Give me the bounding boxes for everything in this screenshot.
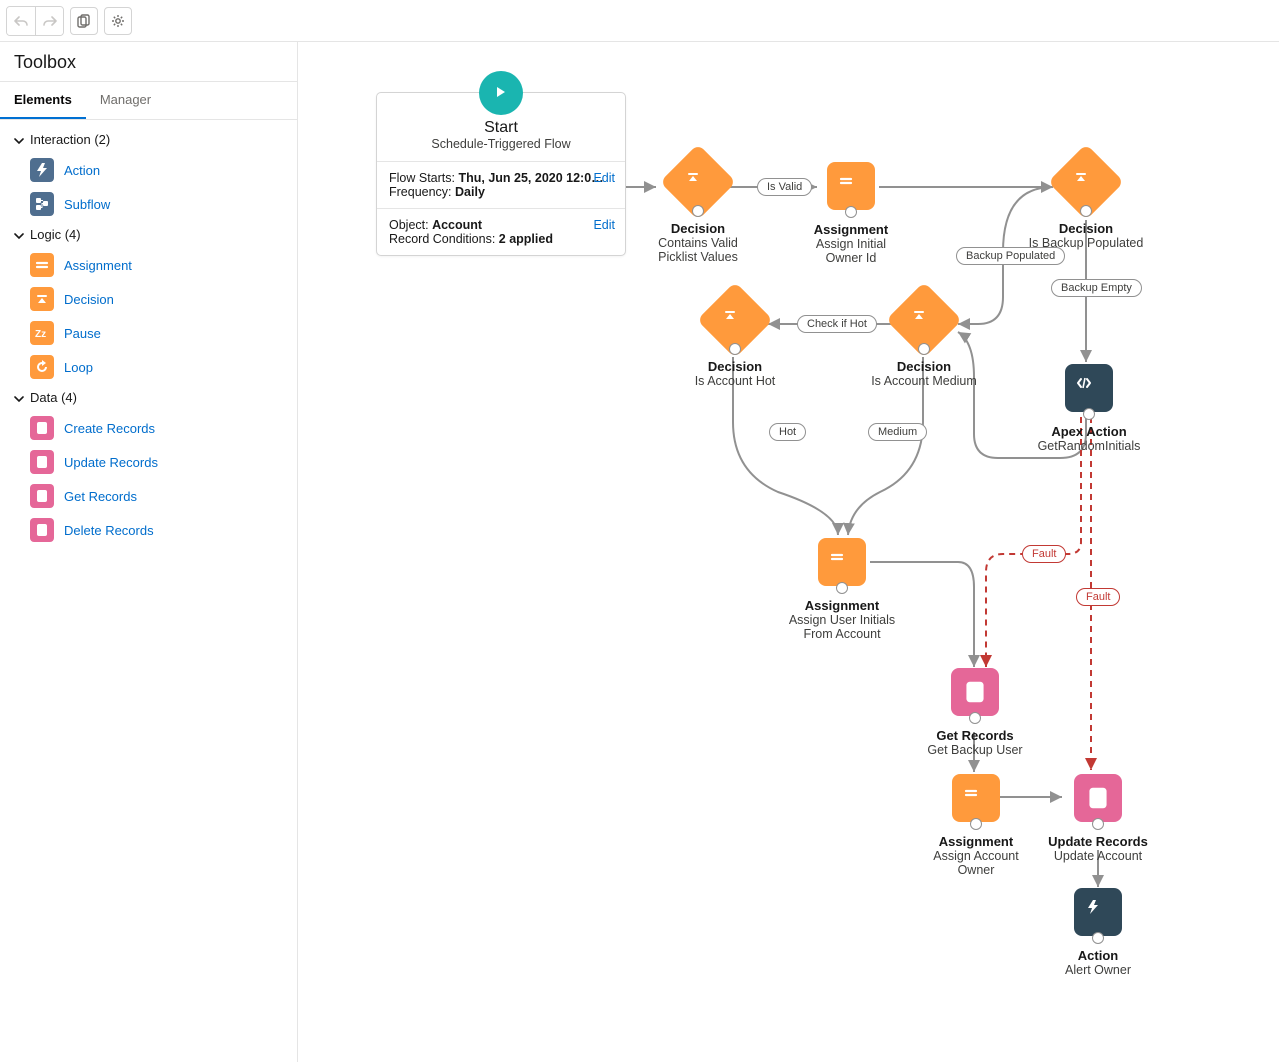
start-flowstarts-label: Flow Starts: xyxy=(389,171,458,185)
node-decision-backup-populated[interactable]: Decision Is Backup Populated xyxy=(1026,155,1146,250)
copy-button[interactable] xyxy=(70,7,98,35)
node-get-records-backup-user[interactable]: Get Records Get Backup User xyxy=(920,668,1030,757)
redo-button[interactable] xyxy=(35,7,63,35)
edge-label-check-if-hot: Check if Hot xyxy=(797,315,877,333)
loop-icon xyxy=(30,355,54,379)
start-object-label: Object: xyxy=(389,218,432,232)
category-interaction[interactable]: Interaction (2) xyxy=(0,126,297,153)
node-assignment-initial-owner[interactable]: Assignment Assign Initial Owner Id xyxy=(796,162,906,265)
start-node[interactable]: Start Schedule-Triggered Flow Flow Start… xyxy=(376,92,626,256)
palette-item-label: Assignment xyxy=(64,258,132,273)
start-subtitle: Schedule-Triggered Flow xyxy=(387,137,615,151)
start-edit-schedule[interactable]: Edit xyxy=(593,171,615,185)
undo-button[interactable] xyxy=(7,7,35,35)
decision-icon xyxy=(30,287,54,311)
chevron-down-icon xyxy=(12,134,24,146)
edge-label-backup-empty: Backup Empty xyxy=(1051,279,1142,297)
edge-label-hot: Hot xyxy=(769,423,806,441)
edge-label-backup-populated: Backup Populated xyxy=(956,247,1065,265)
toolbar xyxy=(0,0,1279,42)
start-frequency-value: Daily xyxy=(455,185,485,199)
palette: Interaction (2) Action Subflow Logic (4) Ass… xyxy=(0,120,297,553)
tab-manager[interactable]: Manager xyxy=(86,82,165,119)
node-decision-contains-valid[interactable]: Decision Contains Valid Picklist Values xyxy=(648,155,748,264)
toolbox-title: Toolbox xyxy=(0,42,297,82)
palette-item-label: Decision xyxy=(64,292,114,307)
node-decision-account-hot[interactable]: Decision Is Account Hot xyxy=(680,293,790,388)
node-update-records-account[interactable]: Update Records Update Account xyxy=(1036,774,1160,863)
zz-icon xyxy=(30,321,54,345)
palette-item-label: Loop xyxy=(64,360,93,375)
db-plus-icon xyxy=(30,416,54,440)
bolt-icon xyxy=(30,158,54,182)
node-apex-action-random-initials[interactable]: Apex Action GetRandomInitials xyxy=(1034,364,1144,453)
start-flowstarts-value: Thu, Jun 25, 2020 12:0… xyxy=(458,171,603,185)
palette-loop[interactable]: Loop xyxy=(0,350,297,384)
palette-item-label: Update Records xyxy=(64,455,158,470)
node-assignment-account-owner[interactable]: Assignment Assign Account Owner xyxy=(916,774,1036,877)
settings-button[interactable] xyxy=(104,7,132,35)
edge-label-is-valid: Is Valid xyxy=(757,178,812,196)
edge-label-medium: Medium xyxy=(868,423,927,441)
toolbox-sidebar: Toolbox Elements Manager Interaction (2)… xyxy=(0,42,298,1062)
palette-create-records[interactable]: Create Records xyxy=(0,411,297,445)
palette-decision[interactable]: Decision xyxy=(0,282,297,316)
start-frequency-label: Frequency: xyxy=(389,185,455,199)
start-edit-object[interactable]: Edit xyxy=(593,218,615,232)
db-search-icon xyxy=(30,484,54,508)
edge-label-fault-2: Fault xyxy=(1076,588,1120,606)
node-decision-account-medium[interactable]: Decision Is Account Medium xyxy=(864,293,984,388)
palette-delete-records[interactable]: Delete Records xyxy=(0,513,297,547)
node-assignment-user-initials[interactable]: Assignment Assign User Initials From Acc… xyxy=(782,538,902,641)
db-x-icon xyxy=(30,518,54,542)
palette-subflow[interactable]: Subflow xyxy=(0,187,297,221)
palette-item-label: Pause xyxy=(64,326,101,341)
start-conditions-label: Record Conditions: xyxy=(389,232,499,246)
palette-update-records[interactable]: Update Records xyxy=(0,445,297,479)
category-logic[interactable]: Logic (4) xyxy=(0,221,297,248)
tab-elements[interactable]: Elements xyxy=(0,82,86,119)
palette-item-label: Create Records xyxy=(64,421,155,436)
node-action-alert-owner[interactable]: Action Alert Owner xyxy=(1056,888,1140,977)
chevron-down-icon xyxy=(12,392,24,404)
chevron-down-icon xyxy=(12,229,24,241)
palette-action[interactable]: Action xyxy=(0,153,297,187)
palette-assignment[interactable]: Assignment xyxy=(0,248,297,282)
play-icon xyxy=(479,71,523,115)
toolbox-tabs: Elements Manager xyxy=(0,82,297,120)
palette-pause[interactable]: Pause xyxy=(0,316,297,350)
palette-get-records[interactable]: Get Records xyxy=(0,479,297,513)
start-title: Start xyxy=(387,119,615,137)
palette-item-label: Delete Records xyxy=(64,523,154,538)
palette-item-label: Action xyxy=(64,163,100,178)
start-conditions-value: 2 applied xyxy=(499,232,553,246)
db-pencil-icon xyxy=(30,450,54,474)
palette-item-label: Subflow xyxy=(64,197,110,212)
category-data[interactable]: Data (4) xyxy=(0,384,297,411)
equals-icon xyxy=(30,253,54,277)
start-object-value: Account xyxy=(432,218,482,232)
flow-icon xyxy=(30,192,54,216)
flow-canvas[interactable]: Start Schedule-Triggered Flow Flow Start… xyxy=(298,42,1279,1062)
palette-item-label: Get Records xyxy=(64,489,137,504)
edge-label-fault-1: Fault xyxy=(1022,545,1066,563)
